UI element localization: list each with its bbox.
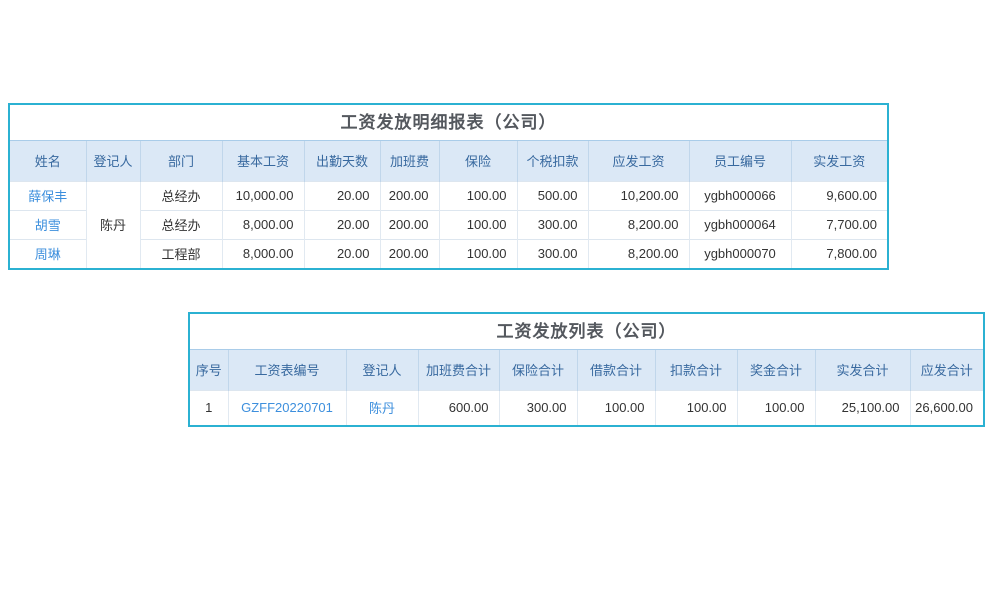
col-header-overtime-pay: 加班费 bbox=[380, 141, 439, 181]
cell-employee-no: ygbh000064 bbox=[689, 210, 791, 239]
cell-base-salary: 8,000.00 bbox=[222, 210, 304, 239]
cell-overtime-total: 600.00 bbox=[418, 390, 499, 425]
salary-list-report: 工资发放列表（公司） 序号 工资表编号 登记人 加班费合计 保险合计 借款合计 … bbox=[188, 312, 985, 427]
cell-payable-salary: 10,200.00 bbox=[588, 181, 689, 210]
detail-header-row: 姓名 登记人 部门 基本工资 出勤天数 加班费 保险 个税扣款 应发工资 员工编… bbox=[10, 141, 887, 181]
col-header-department: 部门 bbox=[140, 141, 222, 181]
cell-employee-name: 薛保丰 bbox=[10, 181, 86, 210]
employee-name-link[interactable]: 胡雪 bbox=[35, 218, 61, 233]
detail-report-title: 工资发放明细报表（公司） bbox=[10, 105, 887, 141]
cell-index: 1 bbox=[190, 390, 228, 425]
employee-name-link[interactable]: 周琳 bbox=[35, 247, 61, 262]
cell-department: 工程部 bbox=[140, 239, 222, 268]
cell-base-salary: 10,000.00 bbox=[222, 181, 304, 210]
cell-payable-total: 26,600.00 bbox=[910, 390, 983, 425]
col-header-overtime-total: 加班费合计 bbox=[418, 350, 499, 390]
col-header-payable-total: 应发合计 bbox=[910, 350, 983, 390]
cell-registrant-merged: 陈丹 bbox=[86, 181, 140, 268]
cell-insurance: 100.00 bbox=[439, 239, 517, 268]
cell-department: 总经办 bbox=[140, 210, 222, 239]
col-header-actual-total: 实发合计 bbox=[815, 350, 910, 390]
cell-overtime-pay: 200.00 bbox=[380, 210, 439, 239]
cell-insurance-total: 300.00 bbox=[499, 390, 577, 425]
col-header-payable-salary: 应发工资 bbox=[588, 141, 689, 181]
salary-list-table: 序号 工资表编号 登记人 加班费合计 保险合计 借款合计 扣款合计 奖金合计 实… bbox=[190, 350, 983, 425]
cell-employee-no: ygbh000070 bbox=[689, 239, 791, 268]
cell-deduction-total: 100.00 bbox=[655, 390, 737, 425]
cell-attendance-days: 20.00 bbox=[304, 210, 380, 239]
table-row: 1 GZFF20220701 陈丹 600.00 300.00 100.00 1… bbox=[190, 390, 983, 425]
cell-actual-salary: 9,600.00 bbox=[791, 181, 887, 210]
col-header-employee-no: 员工编号 bbox=[689, 141, 791, 181]
col-header-deduction-total: 扣款合计 bbox=[655, 350, 737, 390]
col-header-insurance: 保险 bbox=[439, 141, 517, 181]
cell-attendance-days: 20.00 bbox=[304, 239, 380, 268]
col-header-actual-salary: 实发工资 bbox=[791, 141, 887, 181]
cell-attendance-days: 20.00 bbox=[304, 181, 380, 210]
cell-department: 总经办 bbox=[140, 181, 222, 210]
salary-detail-report: 工资发放明细报表（公司） 姓名 登记人 部门 基本工资 出勤天数 加班费 保险 … bbox=[8, 103, 889, 270]
registrant-link[interactable]: 陈丹 bbox=[369, 401, 395, 416]
cell-employee-no: ygbh000066 bbox=[689, 181, 791, 210]
col-header-attendance-days: 出勤天数 bbox=[304, 141, 380, 181]
cell-loan-total: 100.00 bbox=[577, 390, 655, 425]
cell-payable-salary: 8,200.00 bbox=[588, 239, 689, 268]
cell-overtime-pay: 200.00 bbox=[380, 239, 439, 268]
cell-actual-total: 25,100.00 bbox=[815, 390, 910, 425]
list-header-row: 序号 工资表编号 登记人 加班费合计 保险合计 借款合计 扣款合计 奖金合计 实… bbox=[190, 350, 983, 390]
cell-employee-name: 胡雪 bbox=[10, 210, 86, 239]
cell-insurance: 100.00 bbox=[439, 210, 517, 239]
cell-base-salary: 8,000.00 bbox=[222, 239, 304, 268]
table-row: 薛保丰 陈丹 总经办 10,000.00 20.00 200.00 100.00… bbox=[10, 181, 887, 210]
col-header-base-salary: 基本工资 bbox=[222, 141, 304, 181]
cell-sheet-no: GZFF20220701 bbox=[228, 390, 346, 425]
employee-name-link[interactable]: 薛保丰 bbox=[28, 189, 67, 204]
cell-overtime-pay: 200.00 bbox=[380, 181, 439, 210]
cell-tax-deduction: 500.00 bbox=[517, 181, 588, 210]
cell-tax-deduction: 300.00 bbox=[517, 210, 588, 239]
col-header-tax-deduction: 个税扣款 bbox=[517, 141, 588, 181]
cell-payable-salary: 8,200.00 bbox=[588, 210, 689, 239]
cell-insurance: 100.00 bbox=[439, 181, 517, 210]
col-header-registrant: 登记人 bbox=[346, 350, 418, 390]
col-header-name: 姓名 bbox=[10, 141, 86, 181]
cell-registrant: 陈丹 bbox=[346, 390, 418, 425]
col-header-bonus-total: 奖金合计 bbox=[737, 350, 815, 390]
col-header-registrant: 登记人 bbox=[86, 141, 140, 181]
salary-detail-table: 姓名 登记人 部门 基本工资 出勤天数 加班费 保险 个税扣款 应发工资 员工编… bbox=[10, 141, 887, 268]
sheet-no-link[interactable]: GZFF20220701 bbox=[241, 400, 333, 415]
col-header-insurance-total: 保险合计 bbox=[499, 350, 577, 390]
cell-actual-salary: 7,700.00 bbox=[791, 210, 887, 239]
table-row: 周琳 工程部 8,000.00 20.00 200.00 100.00 300.… bbox=[10, 239, 887, 268]
list-report-title: 工资发放列表（公司） bbox=[190, 314, 983, 350]
col-header-loan-total: 借款合计 bbox=[577, 350, 655, 390]
col-header-index: 序号 bbox=[190, 350, 228, 390]
cell-actual-salary: 7,800.00 bbox=[791, 239, 887, 268]
cell-employee-name: 周琳 bbox=[10, 239, 86, 268]
cell-tax-deduction: 300.00 bbox=[517, 239, 588, 268]
col-header-sheet-no: 工资表编号 bbox=[228, 350, 346, 390]
cell-bonus-total: 100.00 bbox=[737, 390, 815, 425]
table-row: 胡雪 总经办 8,000.00 20.00 200.00 100.00 300.… bbox=[10, 210, 887, 239]
